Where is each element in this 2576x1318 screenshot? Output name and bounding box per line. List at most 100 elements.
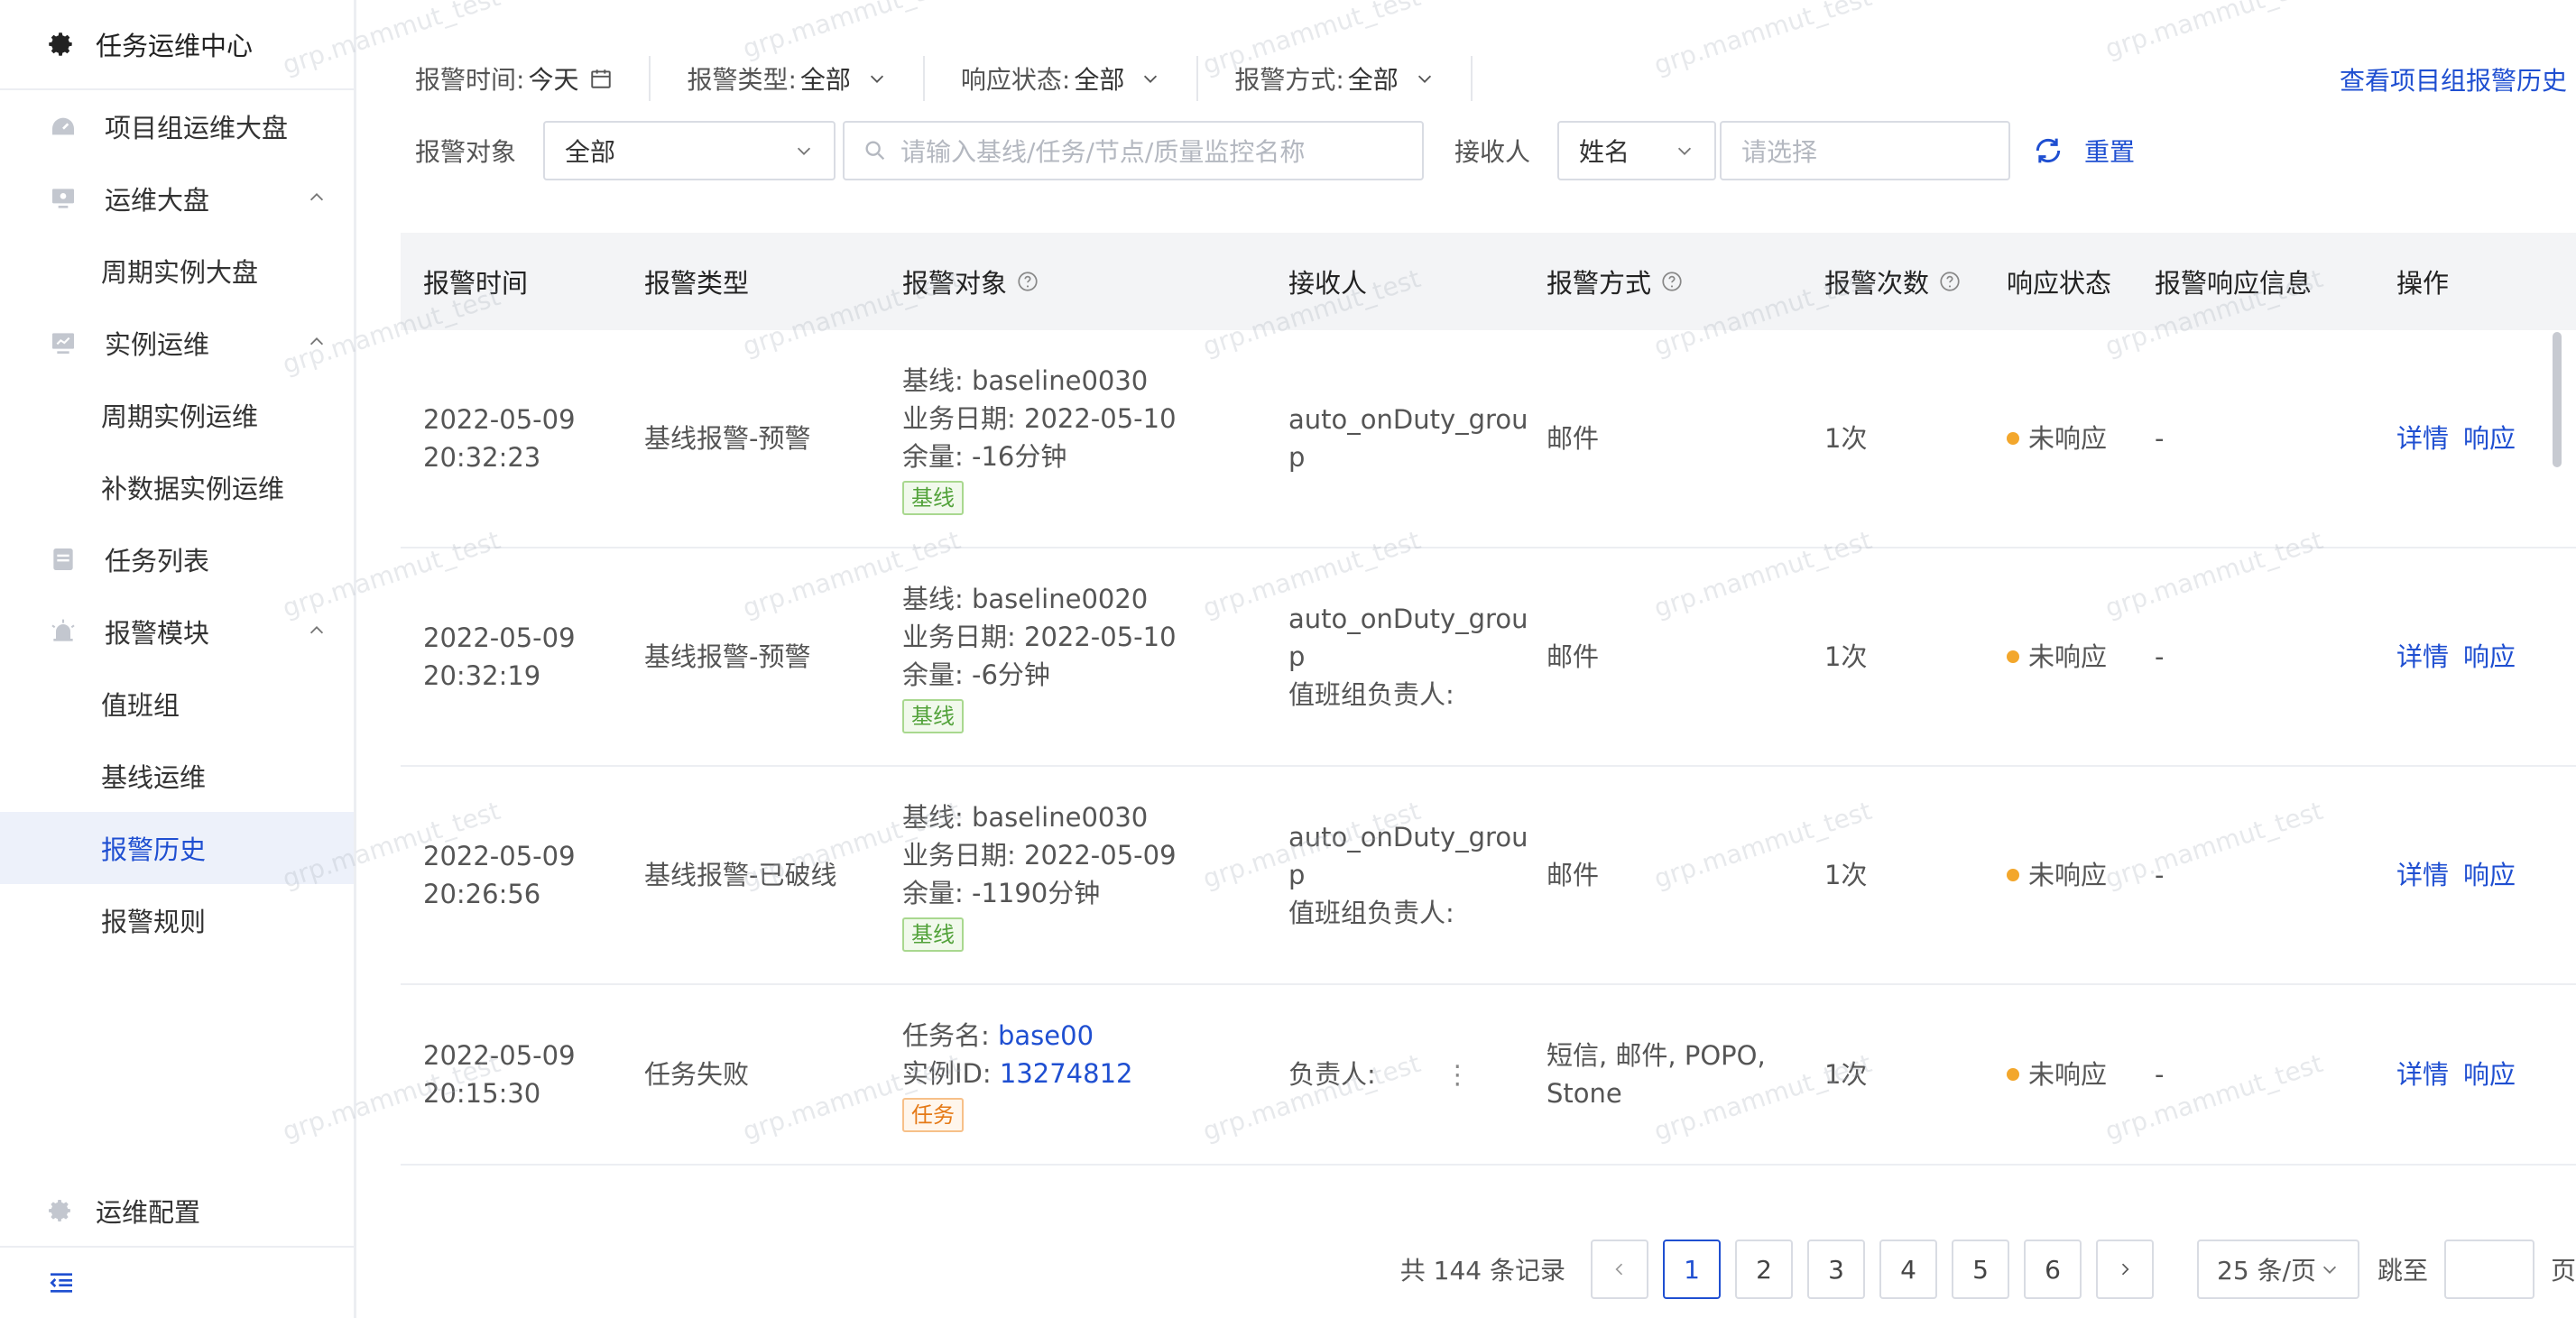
respond-link[interactable]: 响应: [2463, 856, 2516, 894]
cell-alarm-time: 2022-05-09 20:26:56: [423, 841, 576, 909]
cell-alarm-method: 邮件: [1547, 641, 1600, 672]
sidebar-item-cycle-instance-ops[interactable]: 周期实例运维: [0, 379, 354, 451]
page-button-2[interactable]: 2: [1735, 1240, 1793, 1299]
cell-alarm-target: 基线: baseline0030 业务日期: 2022-05-10 余量: -1…: [902, 330, 1177, 547]
cell-response-status: 未响应: [2007, 767, 2107, 983]
chevron-up-icon[interactable]: [307, 332, 327, 352]
receiver-type-select[interactable]: 姓名: [1557, 121, 1717, 180]
cell-alarm-target: 基线: baseline0020 业务日期: 2022-05-10 余量: -6…: [902, 548, 1177, 765]
filter-bar-primary: 报警时间: 今天 报警类型: 全部 响应状态: 全部 报警方式: 全部: [415, 56, 1509, 101]
chevron-up-icon[interactable]: [307, 621, 327, 641]
instance-icon: [52, 333, 74, 354]
page-button-1[interactable]: 1: [1663, 1240, 1721, 1299]
collapse-menu-icon[interactable]: [47, 1268, 76, 1297]
sidebar-item-ops-dashboard[interactable]: 运维大盘: [0, 162, 354, 235]
watermark: grp.mammut_test: [739, 0, 965, 65]
chevron-down-icon: [2322, 1266, 2337, 1274]
page-button-6[interactable]: 6: [2024, 1240, 2082, 1299]
respond-link[interactable]: 响应: [2463, 419, 2516, 457]
response-status-filter[interactable]: 响应状态: 全部: [961, 56, 1199, 101]
instance-id-link[interactable]: 13274812: [1000, 1058, 1133, 1089]
page-button-4[interactable]: 4: [1879, 1240, 1937, 1299]
cell-alarm-method: 邮件: [1547, 423, 1600, 454]
sidebar: 任务运维中心 项目组运维大盘 运维大盘 周期实例大盘 实例运维 周期实例运维 补…: [0, 0, 356, 1318]
sidebar-item-instance-ops[interactable]: 实例运维: [0, 307, 354, 379]
respond-link[interactable]: 响应: [2463, 1055, 2516, 1093]
search-input[interactable]: 请输入基线/任务/节点/质量监控名称: [843, 121, 1425, 180]
alarm-icon: [51, 619, 75, 641]
sidebar-item-label: 实例运维: [105, 329, 210, 360]
sidebar-item-duty-group[interactable]: 值班组: [0, 668, 354, 740]
app-title: 任务运维中心: [96, 31, 254, 61]
respond-link[interactable]: 响应: [2463, 638, 2516, 676]
sidebar-item-alarm-rules[interactable]: 报警规则: [0, 884, 354, 956]
watermark: grp.mammut_test: [2101, 0, 2327, 65]
detail-link[interactable]: 详情: [2396, 638, 2449, 676]
next-page-button[interactable]: [2096, 1240, 2154, 1299]
receiver-label: 接收人: [1454, 137, 1531, 167]
chevron-down-icon: [1677, 147, 1692, 155]
sidebar-item-backfill-instance-ops[interactable]: 补数据实例运维: [0, 451, 354, 523]
sidebar-item-ops-config[interactable]: 运维配置: [0, 1175, 354, 1248]
help-icon[interactable]: [1660, 270, 1684, 293]
target-select[interactable]: 全部: [543, 121, 836, 180]
cell-response-status: 未响应: [2007, 330, 2107, 547]
task-name-link[interactable]: base00: [998, 1020, 1094, 1051]
sidebar-item-label: 周期实例大盘: [101, 257, 259, 288]
alarm-time-label: 报警时间:: [415, 65, 525, 95]
table-row: 2022-05-09 20:32:19 基线报警-预警 基线: baseline0…: [401, 548, 2576, 767]
calendar-icon: [591, 69, 612, 88]
alarm-method-filter[interactable]: 报警方式: 全部: [1234, 56, 1473, 101]
cell-receiver: auto_onDuty_grou p: [1288, 404, 1528, 473]
header-alarm-type: 报警类型: [644, 268, 750, 299]
cell-alarm-count: 1次: [1824, 1059, 1868, 1090]
app-brand[interactable]: 任务运维中心: [0, 0, 354, 90]
cell-operations: 详情 响应: [2396, 330, 2530, 547]
prev-page-button[interactable]: [1591, 1240, 1648, 1299]
sidebar-collapse: [0, 1248, 354, 1318]
detail-link[interactable]: 详情: [2396, 1055, 2449, 1093]
project-alarm-history-link[interactable]: 查看项目组报警历史: [2340, 61, 2567, 97]
target-label: 报警对象: [415, 137, 517, 167]
cell-alarm-time: 2022-05-09 20:15:30: [423, 1040, 576, 1109]
sidebar-footer: 运维配置: [0, 1175, 354, 1318]
detail-link[interactable]: 详情: [2396, 856, 2449, 894]
cell-receiver: 负责人: ⋮: [1288, 1059, 1471, 1090]
cell-alarm-count: 1次: [1824, 641, 1868, 672]
sidebar-item-task-list[interactable]: 任务列表: [0, 523, 354, 595]
sidebar-item-label: 任务列表: [105, 546, 210, 576]
more-icon[interactable]: ⋮: [1445, 1059, 1471, 1090]
detail-link[interactable]: 详情: [2396, 419, 2449, 457]
list-icon: [53, 548, 73, 570]
sidebar-item-label: 报警规则: [101, 907, 207, 937]
cell-alarm-method: 短信, 邮件, POPO, Stone: [1547, 1040, 1766, 1109]
page-button-5[interactable]: 5: [1952, 1240, 2009, 1299]
sidebar-item-cycle-instance-dashboard[interactable]: 周期实例大盘: [0, 235, 354, 307]
help-icon[interactable]: [1016, 270, 1039, 293]
jump-page-input[interactable]: [2443, 1240, 2534, 1299]
sidebar-item-alarm-history[interactable]: 报警历史: [0, 812, 354, 884]
sidebar-item-label: 基线运维: [101, 762, 207, 793]
alarm-time-filter[interactable]: 报警时间: 今天: [415, 56, 651, 101]
cell-alarm-time: 2022-05-09 20:32:23: [423, 404, 576, 473]
receiver-input[interactable]: 请选择: [1720, 121, 2011, 180]
page-suffix: 页: [2550, 1256, 2576, 1286]
search-placeholder: 请输入基线/任务/节点/质量监控名称: [900, 137, 1306, 167]
help-icon[interactable]: [1938, 270, 1962, 293]
chevron-down-icon: [797, 147, 811, 155]
sidebar-item-alarm-module[interactable]: 报警模块: [0, 595, 354, 668]
table-scrollbar[interactable]: [2553, 332, 2562, 467]
alarm-type-filter[interactable]: 报警类型: 全部: [687, 56, 925, 101]
target-select-value: 全部: [565, 137, 616, 167]
header-response-status: 响应状态: [2007, 268, 2112, 299]
page-size-value: 25 条/页: [2217, 1256, 2316, 1286]
sidebar-item-baseline-ops[interactable]: 基线运维: [0, 740, 354, 812]
reset-label: 重置: [2084, 137, 2136, 167]
cell-operations: 详情 响应: [2396, 985, 2530, 1164]
reset-button[interactable]: 重置: [2030, 133, 2135, 169]
chevron-up-icon[interactable]: [307, 188, 327, 207]
page-button-3[interactable]: 3: [1807, 1240, 1865, 1299]
page-size-select[interactable]: 25 条/页: [2197, 1240, 2359, 1299]
chevron-down-icon: [1417, 75, 1431, 83]
sidebar-item-project-dashboard[interactable]: 项目组运维大盘: [0, 90, 354, 162]
